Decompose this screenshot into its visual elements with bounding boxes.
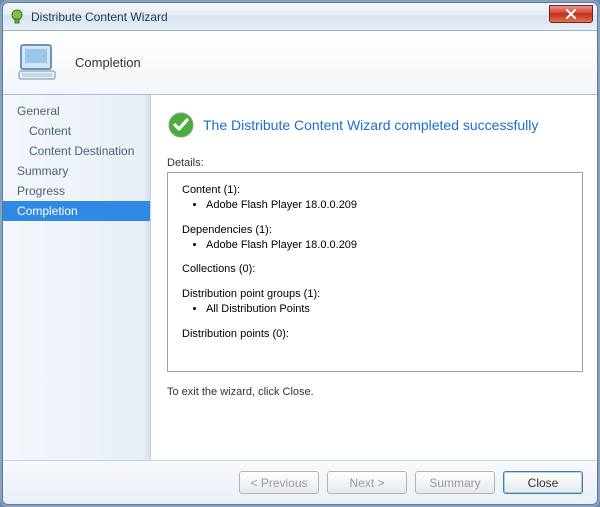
details-box: Content (1):Adobe Flash Player 18.0.0.20… <box>167 172 583 372</box>
success-check-icon <box>167 111 195 139</box>
next-button[interactable]: Next > <box>327 471 407 494</box>
main-content: The Distribute Content Wizard completed … <box>151 95 597 460</box>
details-group-list-item: Adobe Flash Player 18.0.0.209 <box>206 198 568 213</box>
wizard-window: Distribute Content Wizard Completion Gen… <box>2 2 598 505</box>
sidebar-item-label: Progress <box>17 184 65 198</box>
sidebar-item-completion[interactable]: Completion <box>3 201 150 221</box>
details-group-list: Adobe Flash Player 18.0.0.209 <box>194 238 568 253</box>
details-group: Distribution points (0): <box>182 327 568 342</box>
previous-button[interactable]: < Previous <box>239 471 319 494</box>
exit-instruction: To exit the wizard, click Close. <box>167 386 583 398</box>
summary-button[interactable]: Summary <box>415 471 495 494</box>
details-group-header: Collections (0): <box>182 262 568 277</box>
details-group: Distribution point groups (1):All Distri… <box>182 287 568 317</box>
window-close-button[interactable] <box>549 5 593 23</box>
details-group-list-item: Adobe Flash Player 18.0.0.209 <box>206 238 568 253</box>
details-group-header: Dependencies (1): <box>182 223 568 238</box>
sidebar-item-summary[interactable]: Summary <box>3 161 150 181</box>
details-group-list-item: All Distribution Points <box>206 302 568 317</box>
sidebar-item-label: Summary <box>17 164 68 178</box>
sidebar-item-label: Content Destination <box>29 144 134 158</box>
close-button[interactable]: Close <box>503 471 583 494</box>
details-group-header: Distribution point groups (1): <box>182 287 568 302</box>
sidebar-item-label: Completion <box>17 204 78 218</box>
wizard-header: Completion <box>3 31 597 95</box>
sidebar-item-content-destination[interactable]: Content Destination <box>3 141 150 161</box>
details-group: Dependencies (1):Adobe Flash Player 18.0… <box>182 223 568 253</box>
success-message: The Distribute Content Wizard completed … <box>203 117 538 133</box>
details-group-header: Content (1): <box>182 183 568 198</box>
sidebar-item-content[interactable]: Content <box>3 121 150 141</box>
details-group: Collections (0): <box>182 262 568 277</box>
sidebar-item-progress[interactable]: Progress <box>3 181 150 201</box>
page-title: Completion <box>75 55 141 70</box>
success-row: The Distribute Content Wizard completed … <box>167 111 583 139</box>
details-group-list: All Distribution Points <box>194 302 568 317</box>
header-computer-icon <box>15 39 63 87</box>
app-icon <box>9 9 25 25</box>
wizard-footer: < Previous Next > Summary Close <box>3 460 597 504</box>
details-group: Content (1):Adobe Flash Player 18.0.0.20… <box>182 183 568 213</box>
wizard-body: General Content Content Destination Summary… <box>3 95 597 460</box>
titlebar: Distribute Content Wizard <box>3 3 597 31</box>
details-label: Details: <box>167 157 583 169</box>
details-group-list: Adobe Flash Player 18.0.0.209 <box>194 198 568 213</box>
sidebar: General Content Content Destination Summary… <box>3 95 151 460</box>
window-title: Distribute Content Wizard <box>31 10 168 24</box>
sidebar-item-label: General <box>17 104 60 118</box>
sidebar-item-general[interactable]: General <box>3 101 150 121</box>
details-group-header: Distribution points (0): <box>182 327 568 342</box>
sidebar-item-label: Content <box>29 124 71 138</box>
